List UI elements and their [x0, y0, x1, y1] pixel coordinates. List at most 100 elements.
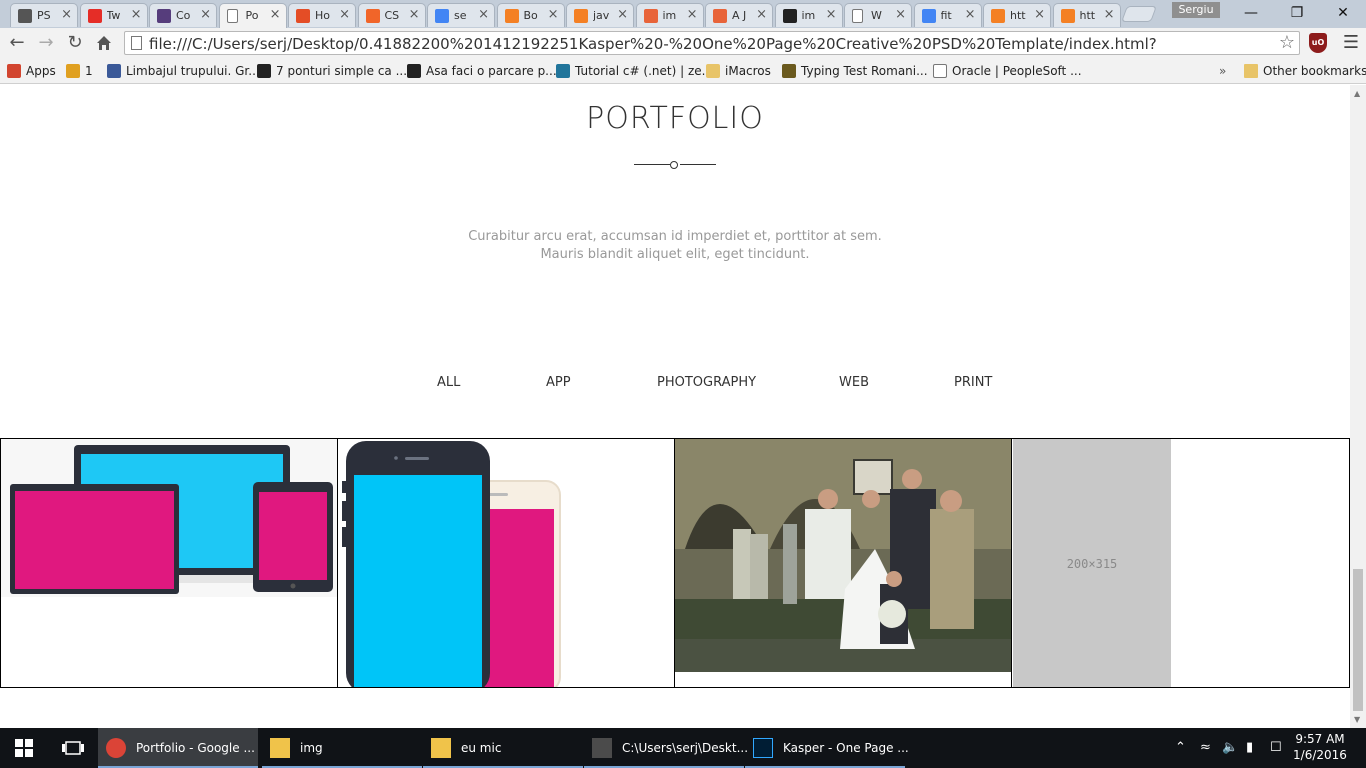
browser-tab[interactable]: Ho ×: [288, 3, 356, 27]
taskbar-app-label: C:\Users\serj\Deskt...: [622, 741, 749, 755]
page-scrollbar[interactable]: ▲ ▼: [1350, 85, 1366, 728]
filter-all[interactable]: ALL: [437, 375, 460, 390]
tab-close-icon[interactable]: ×: [1104, 7, 1115, 22]
scroll-down-icon[interactable]: ▼: [1354, 715, 1360, 724]
browser-tab[interactable]: jav ×: [566, 3, 634, 27]
bookmark-item[interactable]: iMacros: [706, 62, 771, 80]
browser-tab[interactable]: Co ×: [149, 3, 217, 27]
bookmarks-overflow-button[interactable]: »: [1219, 62, 1226, 80]
bookmark-item[interactable]: Apps: [7, 62, 56, 80]
notifications-icon[interactable]: ☐: [1270, 728, 1286, 768]
tab-close-icon[interactable]: ×: [1034, 7, 1045, 22]
url-text[interactable]: file:///C:/Users/serj/Desktop/0.41882200…: [149, 35, 1157, 53]
taskbar-app[interactable]: img: [262, 728, 422, 768]
browser-tab[interactable]: im ×: [635, 3, 704, 27]
filter-print[interactable]: PRINT: [954, 375, 992, 390]
browser-tab[interactable]: PS ×: [10, 3, 78, 27]
taskbar-app-label: Portfolio - Google ...: [136, 741, 255, 755]
tab-favicon-icon: [435, 9, 449, 23]
tab-close-icon[interactable]: ×: [270, 7, 281, 22]
gallery-item-photo[interactable]: [674, 438, 1012, 688]
start-button[interactable]: [0, 728, 48, 768]
forward-icon[interactable]: →: [34, 31, 58, 55]
filter-web[interactable]: WEB: [839, 375, 869, 390]
restore-button[interactable]: ❐: [1274, 0, 1320, 26]
bookmark-item[interactable]: Tutorial c# (.net) | ze...: [556, 62, 713, 80]
home-icon[interactable]: [92, 31, 116, 55]
browser-tab[interactable]: im ×: [774, 3, 843, 27]
portfolio-filters: ALL APP PHOTOGRAPHY WEB PRINT: [0, 375, 1350, 395]
tray-chevron-icon[interactable]: ⌃: [1175, 728, 1191, 768]
browser-tab[interactable]: se ×: [427, 3, 495, 27]
address-bar[interactable]: file:///C:/Users/serj/Desktop/0.41882200…: [124, 31, 1300, 55]
tab-close-icon[interactable]: ×: [965, 7, 976, 22]
browser-tab[interactable]: fit ×: [913, 3, 982, 27]
browser-tab[interactable]: CS ×: [357, 3, 426, 27]
page-icon: [933, 64, 947, 78]
reload-icon[interactable]: ↻: [63, 31, 87, 55]
browser-tab[interactable]: W ×: [844, 3, 912, 27]
back-icon[interactable]: ←: [5, 31, 29, 55]
browser-tab[interactable]: Bo ×: [496, 3, 565, 27]
other-bookmarks-folder[interactable]: Other bookmarks: [1244, 62, 1366, 80]
tab-close-icon[interactable]: ×: [409, 7, 420, 22]
tab-title: CS: [384, 9, 400, 22]
bookmark-item[interactable]: Limbajul trupului. Gr...: [107, 62, 260, 80]
new-tab-button[interactable]: [1121, 6, 1157, 22]
info-icon: [407, 64, 421, 78]
close-window-button[interactable]: ✕: [1320, 0, 1366, 26]
bookmark-item[interactable]: Typing Test Romani...: [782, 62, 928, 80]
tab-close-icon[interactable]: ×: [478, 7, 489, 22]
taskbar-app[interactable]: Kasper - One Page ...: [745, 728, 909, 768]
tab-favicon-icon: [296, 9, 310, 23]
taskbar-app[interactable]: C:\Users\serj\Deskt...: [584, 728, 748, 768]
bookmark-item[interactable]: Asa faci o parcare p...: [407, 62, 557, 80]
volume-icon[interactable]: 🔈: [1222, 728, 1238, 768]
bookmark-star-icon[interactable]: ☆: [1279, 32, 1295, 54]
tab-close-icon[interactable]: ×: [687, 7, 698, 22]
tab-close-icon[interactable]: ×: [548, 7, 559, 22]
tab-title: Po: [245, 9, 259, 22]
gallery-item-devices[interactable]: [0, 438, 338, 688]
tab-close-icon[interactable]: ×: [826, 7, 837, 22]
profile-button[interactable]: Sergiu: [1172, 2, 1220, 18]
tab-close-icon[interactable]: ×: [895, 7, 906, 22]
tab-close-icon[interactable]: ×: [617, 7, 628, 22]
scroll-up-icon[interactable]: ▲: [1354, 89, 1360, 98]
scrollbar-thumb[interactable]: [1353, 569, 1363, 711]
browser-tab[interactable]: Po ×: [218, 3, 287, 28]
apps-icon: [7, 64, 21, 78]
browser-tab[interactable]: htt ×: [983, 3, 1051, 27]
task-view-button[interactable]: [50, 728, 96, 768]
bookmark-item[interactable]: 7 ponturi simple ca ...: [257, 62, 407, 80]
tab-favicon-icon: [574, 9, 588, 23]
filter-photography[interactable]: PHOTOGRAPHY: [657, 375, 756, 390]
tab-strip: PS × Tw × Co × Po × Ho × CS × se × Bo × jav × im × A J × im × W ×…: [0, 0, 1366, 28]
minimize-button[interactable]: —: [1228, 0, 1274, 26]
wifi-icon[interactable]: ≈: [1200, 728, 1216, 768]
system-clock[interactable]: 9:57 AM 1/6/2016: [1290, 731, 1350, 763]
taskbar-app[interactable]: eu mic: [423, 728, 583, 768]
tab-close-icon[interactable]: ×: [756, 7, 767, 22]
tab-close-icon[interactable]: ×: [131, 7, 142, 22]
tab-close-icon[interactable]: ×: [61, 7, 72, 22]
pinwheel-icon: [66, 64, 80, 78]
ublock-extension-icon[interactable]: uO: [1309, 33, 1327, 53]
chrome-menu-icon[interactable]: ☰: [1340, 31, 1362, 55]
bookmark-item[interactable]: 1: [66, 62, 93, 80]
battery-icon[interactable]: ▮: [1246, 728, 1262, 768]
gallery-item-phones[interactable]: [337, 438, 675, 688]
tab-close-icon[interactable]: ×: [339, 7, 350, 22]
browser-tab[interactable]: htt ×: [1052, 3, 1121, 27]
tab-favicon-icon: [921, 9, 936, 23]
tab-favicon-icon: [782, 9, 797, 23]
gallery-item-placeholder[interactable]: 200×315: [1011, 438, 1350, 688]
filter-app[interactable]: APP: [546, 375, 571, 390]
browser-tab[interactable]: Tw ×: [79, 3, 148, 27]
browser-tab[interactable]: A J ×: [705, 3, 773, 27]
bookmarks-bar: » Other bookmarks Apps 1 Limbajul trupului…: [0, 58, 1366, 84]
tab-close-icon[interactable]: ×: [200, 7, 211, 22]
taskbar-app[interactable]: Portfolio - Google ...: [98, 728, 258, 768]
tab-title: se: [454, 9, 467, 22]
bookmark-item[interactable]: Oracle | PeopleSoft ...: [933, 62, 1082, 80]
